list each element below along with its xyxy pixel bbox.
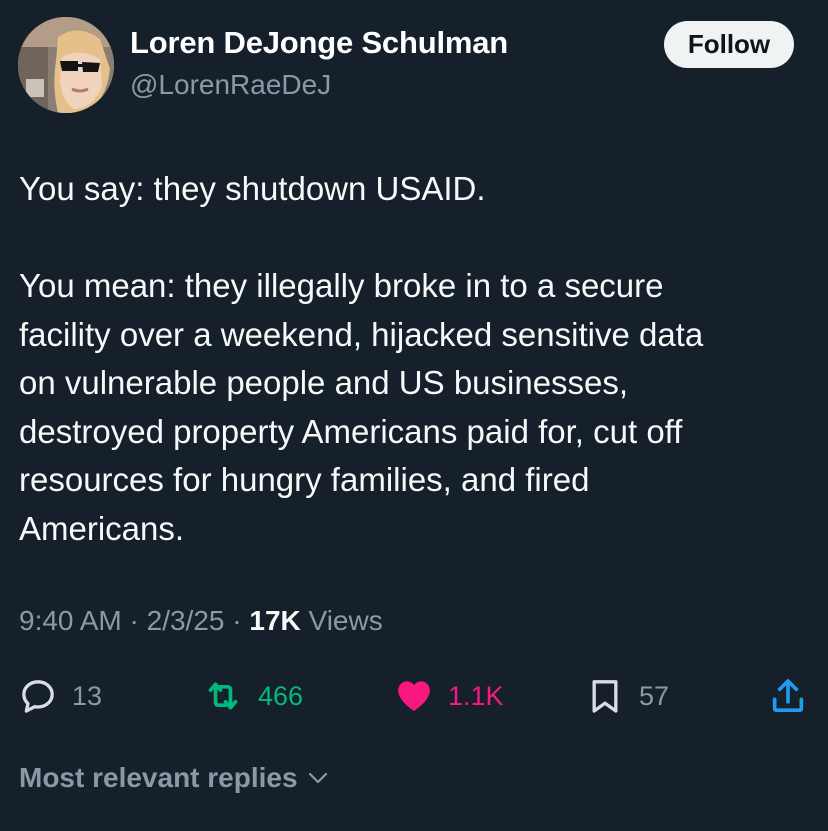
tweet-line: on vulnerable people and US businesses, xyxy=(19,364,629,401)
bookmark-icon xyxy=(592,680,618,713)
avatar[interactable] xyxy=(18,17,114,113)
tweet-time[interactable]: 9:40 AM xyxy=(19,605,122,636)
bookmark-count: 57 xyxy=(639,680,670,711)
reply-icon xyxy=(22,680,54,713)
tweet-line: You say: they shutdown USAID. xyxy=(19,170,486,207)
tweet-card: Loren DeJonge Schulman @LorenRaeDeJ Foll… xyxy=(0,0,828,831)
replies-sort-label: Most relevant replies xyxy=(19,762,298,793)
share-button[interactable] xyxy=(768,670,808,722)
views-count: 17K xyxy=(249,605,301,636)
repost-button[interactable]: 466 xyxy=(202,670,303,722)
chevron-down-icon xyxy=(308,772,327,784)
views-label: Views xyxy=(308,605,383,636)
tweet-text: You say: they shutdown USAID. You mean: … xyxy=(19,165,814,553)
follow-button[interactable]: Follow xyxy=(664,21,794,68)
action-bar: 13 466 1.1K 57 xyxy=(0,670,828,722)
tweet-line: facility over a weekend, hijacked sensit… xyxy=(19,315,704,353)
tweet-line: Americans. xyxy=(19,509,185,547)
repost-icon xyxy=(208,682,238,710)
tweet-line: resources for hungry families, and fired xyxy=(19,461,590,498)
bookmark-button[interactable]: 57 xyxy=(585,670,669,722)
replies-sort-dropdown[interactable]: Most relevant replies xyxy=(19,762,330,794)
author-display-name[interactable]: Loren DeJonge Schulman xyxy=(130,25,508,61)
like-count: 1.1K xyxy=(448,680,504,711)
tweet-date[interactable]: 2/3/25 xyxy=(147,605,225,636)
reply-button[interactable]: 13 xyxy=(18,670,102,722)
tweet-meta: 9:40 AM · 2/3/25 · 17K Views xyxy=(19,605,383,637)
author-handle[interactable]: @LorenRaeDeJ xyxy=(130,69,331,101)
repost-count: 466 xyxy=(258,680,304,711)
like-button[interactable]: 1.1K xyxy=(394,670,504,722)
tweet-line: You mean: they illegally broke in to a s… xyxy=(19,267,664,304)
avatar-image xyxy=(18,17,114,113)
heart-icon xyxy=(398,681,430,711)
share-icon xyxy=(772,679,804,712)
tweet-line: destroyed property Americans paid for, c… xyxy=(19,412,683,450)
reply-count: 13 xyxy=(72,680,103,711)
meta-separator: · xyxy=(232,605,242,636)
meta-separator: · xyxy=(129,605,139,636)
